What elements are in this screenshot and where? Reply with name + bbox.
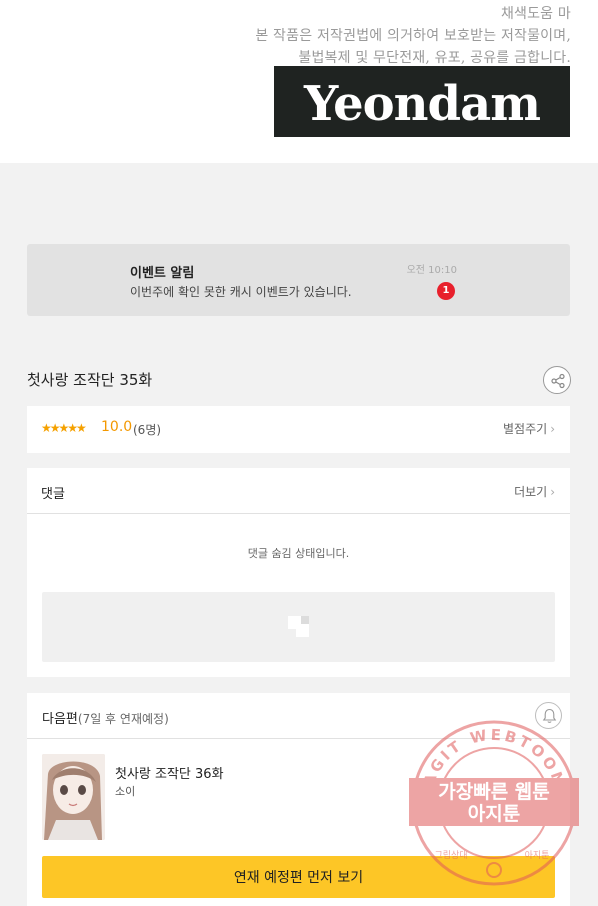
copyright-line-3: 불법복제 및 무단전재, 유포, 공유를 금합니다. [298, 50, 571, 66]
event-count-badge: 1 [437, 282, 455, 300]
episode-title: 첫사랑 조작단 35화 [27, 371, 153, 389]
star-rating-icon: ★★★★★ [41, 421, 87, 435]
next-label-text: 다음편 [42, 712, 78, 727]
yeondam-logo: Yeondam [274, 66, 570, 137]
share-button[interactable] [543, 366, 571, 394]
thumbnail-illustration [42, 754, 105, 840]
event-title: 이벤트 알림 [130, 266, 195, 281]
event-time: 오전 10:10 [406, 265, 457, 276]
share-icon [551, 373, 565, 389]
next-episode-section: 다음편(7일 후 연재예정) 첫사랑 조작단 36화 소이 연재 예정편 먼저 … [27, 693, 570, 906]
chevron-right-icon: › [550, 485, 555, 499]
rating-section: ★★★★★ 10.0 (6명) 별점주기 › [27, 406, 570, 453]
next-episode-header: 다음편(7일 후 연재예정) [27, 693, 570, 739]
comments-label: 댓글 [41, 487, 65, 502]
next-episode-author: 소이 [115, 785, 136, 798]
comments-header: 댓글 더보기 › [27, 468, 570, 514]
copyright-line-2: 본 작품은 저작권법에 의거하여 보호받는 저작물이며, [255, 28, 571, 44]
rating-count: (6명) [133, 423, 162, 437]
rate-label: 별점주기 [503, 422, 548, 436]
comments-hidden-message: 댓글 숨김 상태입니다. [247, 547, 350, 560]
more-label: 더보기 [514, 485, 548, 499]
event-description: 이번주에 확인 못한 캐시 이벤트가 있습니다. [130, 285, 352, 299]
event-notification[interactable]: 이벤트 알림 이번주에 확인 못한 캐시 이벤트가 있습니다. 오전 10:10… [27, 244, 570, 316]
next-episode-thumbnail[interactable] [42, 754, 105, 840]
notify-button[interactable] [535, 702, 562, 729]
chevron-right-icon: › [550, 422, 555, 436]
rating-score: 10.0 [101, 419, 133, 435]
next-schedule: (7일 후 연재예정) [77, 712, 169, 726]
next-episode-title[interactable]: 첫사랑 조작단 36화 [115, 763, 224, 782]
comments-more-link[interactable]: 더보기 › [514, 483, 555, 500]
image-placeholder-icon [288, 616, 309, 637]
next-episode-label: 다음편(7일 후 연재예정) [42, 708, 169, 727]
rate-button[interactable]: 별점주기 › [503, 420, 555, 437]
comments-section: 댓글 더보기 › 댓글 숨김 상태입니다. [27, 468, 570, 677]
ad-placeholder[interactable] [42, 592, 555, 662]
preview-next-button[interactable]: 연재 예정편 먼저 보기 [42, 856, 555, 898]
logo-text: Yeondam [304, 76, 541, 132]
copyright-header: 채색도움 마 본 작품은 저작권법에 의거하여 보호받는 저작물이며, 불법복제… [0, 0, 598, 163]
bell-icon [542, 708, 557, 723]
copyright-line-1: 채색도움 마 [500, 6, 571, 22]
